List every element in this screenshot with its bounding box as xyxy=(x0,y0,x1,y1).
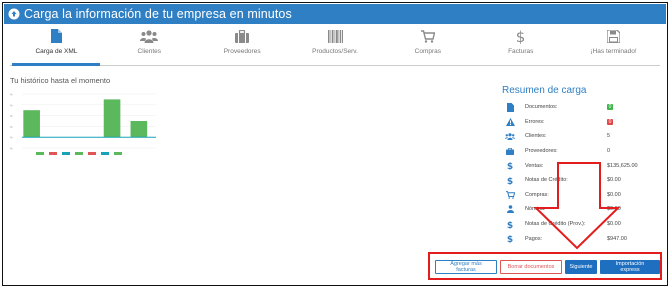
steps-divider xyxy=(10,65,660,66)
step-label: Compras xyxy=(414,48,442,55)
summary-label: Proveedores: xyxy=(525,148,558,155)
dollar-icon: $ xyxy=(505,234,515,243)
legend-swatch xyxy=(49,152,57,155)
summary-row: Clientes: 5 xyxy=(505,129,655,144)
users-icon xyxy=(505,133,515,140)
summary-label: Documentos: xyxy=(525,104,558,111)
step-products[interactable]: Productos/Serv. xyxy=(289,27,382,67)
summary-row: $ Notas de Crédito: $0.00 xyxy=(505,173,655,188)
summary-row: Documentos: 0 xyxy=(505,100,655,115)
summary-label: Notas de Crédito (Prov.): xyxy=(525,221,586,228)
dollar-icon: $ xyxy=(505,161,515,170)
summary-value: $0.00 xyxy=(607,191,621,198)
step-purchases[interactable]: Compras xyxy=(381,27,474,67)
dollar-icon: $ xyxy=(505,220,515,229)
legend-swatch xyxy=(62,152,70,155)
svg-text:$: $ xyxy=(507,221,513,229)
y-tick: % xyxy=(10,125,13,129)
cart-icon xyxy=(505,190,515,199)
y-tick: % xyxy=(10,103,13,107)
legend-swatch xyxy=(36,152,44,155)
history-title: Tu histórico hasta el momento xyxy=(10,76,111,85)
summary-row: Compras: $0.00 xyxy=(505,188,655,203)
summary-value: $135,625.00 xyxy=(607,162,638,169)
summary-label: Errores: xyxy=(525,118,545,125)
users-icon xyxy=(140,29,159,43)
header-bar: Carga la información de tu empresa en mi… xyxy=(4,4,666,24)
chart-bar xyxy=(103,99,121,138)
step-label: Productos/Serv. xyxy=(312,48,358,55)
summary-row: Proveedores: 0 xyxy=(505,144,655,159)
step-suppliers[interactable]: Proveedores xyxy=(196,27,289,67)
dollar-icon: $ xyxy=(505,176,515,185)
legend-swatch xyxy=(101,152,109,155)
next-button[interactable]: Siguiente xyxy=(565,260,597,274)
summary-label: Notas de Crédito: xyxy=(525,177,568,184)
summary-badge-wrap: 0 xyxy=(607,104,613,111)
file-icon xyxy=(505,102,515,112)
summary-label: Nómina: xyxy=(525,206,546,213)
step-label: Carga de XML xyxy=(35,48,78,55)
summary-value: $0.00 xyxy=(607,177,621,184)
legend-swatch xyxy=(88,152,96,155)
y-tick: % xyxy=(10,136,13,140)
active-step-indicator xyxy=(12,63,100,66)
step-label: Clientes xyxy=(137,48,162,55)
summary-title: Resumen de carga xyxy=(502,85,587,96)
summary-row: $ Pagos: $947.00 xyxy=(505,231,655,246)
warning-icon xyxy=(505,117,515,126)
count-badge: 0 xyxy=(607,104,613,111)
y-tick: % xyxy=(10,147,13,151)
y-tick: % xyxy=(10,114,13,118)
summary-list: Documentos: 0 Errores: 0 Clientes: 5 Proveedor… xyxy=(505,100,655,246)
summary-label: Ventas: xyxy=(525,162,544,169)
chart-bar xyxy=(130,121,148,138)
step-xml[interactable]: Carga de XML xyxy=(10,27,103,67)
summary-row: Nómina: $0.00 xyxy=(505,202,655,217)
barcode-icon xyxy=(327,29,343,43)
summary-row: Errores: 0 xyxy=(505,115,655,130)
summary-value: $0.00 xyxy=(607,206,621,213)
step-invoices[interactable]: $ Facturas xyxy=(474,27,567,67)
cloud-upload-icon xyxy=(8,8,20,20)
file-icon xyxy=(50,29,62,43)
wizard-steps: Carga de XML Clientes Proveedores Produc… xyxy=(10,27,660,67)
summary-value: $0.00 xyxy=(607,221,621,228)
page-title: Carga la información de tu empresa en mi… xyxy=(24,7,292,21)
summary-value: 5 xyxy=(607,133,611,140)
svg-text:$: $ xyxy=(516,29,525,44)
delete-documents-button[interactable]: Borrar documentos xyxy=(500,260,562,274)
express-import-button[interactable]: Importación express xyxy=(600,260,660,274)
count-badge: 0 xyxy=(607,118,613,125)
y-tick: % xyxy=(10,93,13,97)
summary-label: Pagos: xyxy=(525,235,543,242)
summary-label: Compras: xyxy=(525,191,549,198)
add-invoices-button[interactable]: Agregar más facturas xyxy=(435,260,497,274)
history-chart: %%%%%% xyxy=(10,93,156,155)
svg-text:$: $ xyxy=(507,162,513,170)
summary-label: Clientes: xyxy=(525,133,547,140)
step-finished[interactable]: ¡Has terminado! xyxy=(567,27,660,67)
summary-badge-wrap: 0 xyxy=(607,118,613,125)
briefcase-icon xyxy=(505,147,515,155)
user-icon xyxy=(505,205,515,214)
summary-value: 0 xyxy=(607,148,611,155)
summary-value: $947.00 xyxy=(607,235,627,242)
summary-row: $ Ventas: $135,625.00 xyxy=(505,158,655,173)
svg-text:$: $ xyxy=(507,235,513,243)
dollar-icon: $ xyxy=(516,29,525,44)
save-icon xyxy=(607,29,621,43)
briefcase-icon xyxy=(235,29,250,43)
action-buttons: Agregar más facturas Borrar documentos S… xyxy=(435,260,660,274)
legend-swatch xyxy=(75,152,83,155)
svg-text:$: $ xyxy=(507,177,513,185)
cart-icon xyxy=(420,29,435,43)
step-label: ¡Has terminado! xyxy=(590,48,637,55)
step-clients[interactable]: Clientes xyxy=(103,27,196,67)
step-label: Facturas xyxy=(508,48,534,55)
legend-swatch xyxy=(114,152,122,155)
step-label: Proveedores xyxy=(223,48,261,55)
summary-row: $ Notas de Crédito (Prov.): $0.00 xyxy=(505,217,655,232)
chart-bar xyxy=(23,110,40,138)
